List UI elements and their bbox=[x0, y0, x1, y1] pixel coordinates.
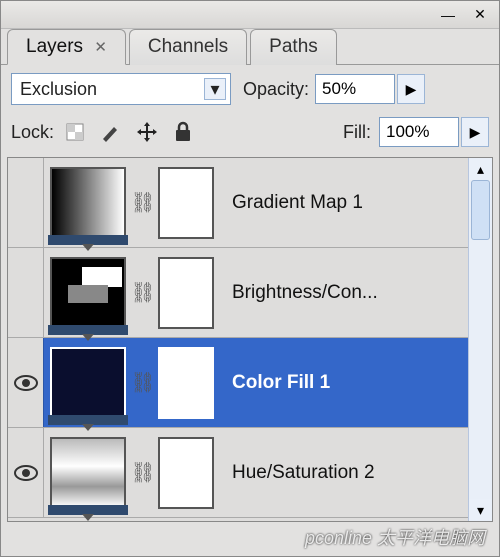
fill-input[interactable]: 100% bbox=[379, 117, 459, 147]
tab-channels[interactable]: Channels bbox=[129, 29, 247, 65]
layer-row[interactable]: ⛓ Gradient Map 1 bbox=[8, 158, 468, 248]
layer-thumbnail[interactable] bbox=[50, 167, 126, 239]
layers-panel: — ✕ Layers ✕ Channels Paths Exclusion ▾ … bbox=[0, 0, 500, 557]
tab-bar: Layers ✕ Channels Paths bbox=[1, 28, 499, 64]
fill-label: Fill: bbox=[343, 122, 371, 143]
layers-rows: ⛓ Gradient Map 1 ⛓ Brightness/Con... ⛓ Color … bbox=[8, 158, 468, 521]
lock-paint-icon[interactable] bbox=[98, 119, 124, 145]
blend-mode-value: Exclusion bbox=[20, 79, 97, 100]
layer-mask-thumbnail[interactable] bbox=[158, 437, 214, 509]
opacity-flyout-button[interactable]: ▶ bbox=[397, 74, 425, 104]
link-icon: ⛓ bbox=[132, 273, 154, 313]
visibility-toggle[interactable] bbox=[8, 428, 44, 517]
layer-thumbnail[interactable] bbox=[50, 437, 126, 509]
layer-name[interactable]: Brightness/Con... bbox=[232, 282, 378, 304]
scroll-thumb[interactable] bbox=[471, 180, 490, 240]
scroll-up-button[interactable]: ▴ bbox=[469, 158, 492, 180]
tab-layers-label: Layers bbox=[26, 36, 83, 57]
link-icon: ⛓ bbox=[132, 363, 154, 403]
layers-list: ⛓ Gradient Map 1 ⛓ Brightness/Con... ⛓ Color … bbox=[7, 157, 493, 522]
layer-mask-thumbnail[interactable] bbox=[158, 167, 214, 239]
layer-row[interactable]: ⛓ Brightness/Con... bbox=[8, 248, 468, 338]
dropdown-arrow-icon[interactable]: ▾ bbox=[204, 78, 226, 100]
lock-all-icon[interactable] bbox=[170, 119, 196, 145]
lock-row: Lock: Fill: 100% ▶ bbox=[11, 115, 489, 157]
minimize-button[interactable]: — bbox=[437, 7, 459, 23]
layer-name[interactable]: Color Fill 1 bbox=[232, 372, 330, 394]
lock-move-icon[interactable] bbox=[134, 119, 160, 145]
watermark-text: pconline 太平洋电脑网 bbox=[305, 524, 485, 550]
visibility-toggle[interactable] bbox=[8, 248, 44, 337]
panel-titlebar: — ✕ bbox=[1, 1, 499, 29]
tab-close-icon[interactable]: ✕ bbox=[94, 39, 107, 56]
layer-name[interactable]: Hue/Saturation 2 bbox=[232, 462, 375, 484]
layer-mask-thumbnail[interactable] bbox=[158, 257, 214, 329]
lock-label: Lock: bbox=[11, 122, 54, 143]
layer-thumbnail[interactable] bbox=[50, 257, 126, 329]
panel-body: Exclusion ▾ Opacity: 50% ▶ Lock: Fill: bbox=[1, 64, 499, 530]
layer-mask-thumbnail[interactable] bbox=[158, 347, 214, 419]
tab-paths[interactable]: Paths bbox=[250, 29, 337, 65]
visibility-toggle[interactable] bbox=[8, 158, 44, 247]
layer-row[interactable]: ⛓ Hue/Saturation 2 bbox=[8, 428, 468, 518]
blend-row: Exclusion ▾ Opacity: 50% ▶ bbox=[11, 73, 489, 105]
link-icon: ⛓ bbox=[132, 453, 154, 493]
blend-mode-select[interactable]: Exclusion ▾ bbox=[11, 73, 231, 105]
fill-flyout-button[interactable]: ▶ bbox=[461, 117, 489, 147]
layer-thumbnail[interactable] bbox=[50, 347, 126, 419]
tab-layers[interactable]: Layers ✕ bbox=[7, 29, 126, 65]
scroll-down-button[interactable]: ▾ bbox=[469, 499, 492, 521]
close-panel-button[interactable]: ✕ bbox=[469, 7, 491, 23]
link-icon: ⛓ bbox=[132, 183, 154, 223]
layer-name[interactable]: Gradient Map 1 bbox=[232, 192, 363, 214]
opacity-input[interactable]: 50% bbox=[315, 74, 395, 104]
opacity-label: Opacity: bbox=[243, 79, 309, 100]
visibility-toggle[interactable] bbox=[8, 338, 44, 427]
lock-transparency-icon[interactable] bbox=[62, 119, 88, 145]
layer-row[interactable]: ⛓ Color Fill 1 bbox=[8, 338, 468, 428]
vertical-scrollbar[interactable]: ▴ ▾ bbox=[468, 158, 492, 521]
